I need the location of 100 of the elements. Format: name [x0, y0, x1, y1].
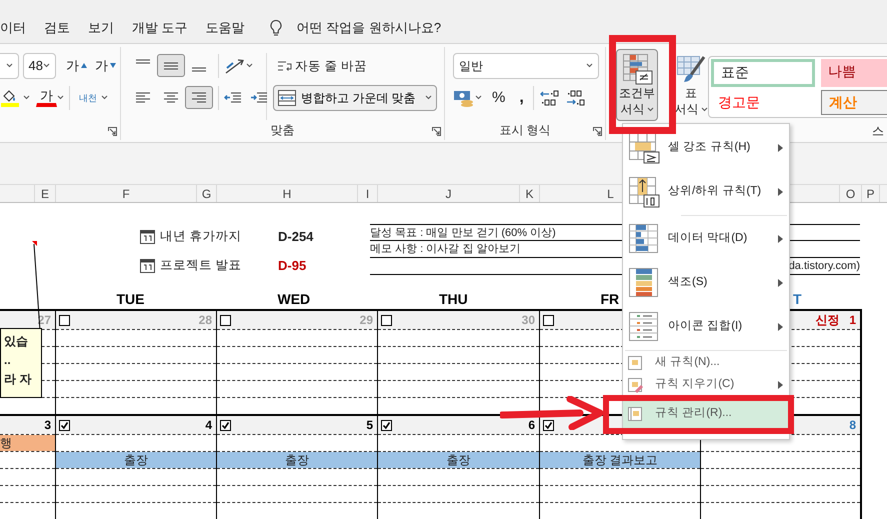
weekday-header: WED — [278, 291, 310, 307]
menu-tab[interactable]: 이터 — [0, 18, 26, 38]
menu-tab[interactable]: 검토 — [44, 18, 70, 38]
text-orientation-icon[interactable] — [224, 56, 246, 74]
day-number: 4 — [205, 417, 212, 434]
menu-item[interactable]: 셀 강조 규칙(H) — [623, 126, 789, 170]
menu-item[interactable]: 규칙 관리(R)... — [623, 399, 789, 428]
conditional-formatting-button[interactable]: 조건부 서식 — [616, 49, 658, 121]
menu-item[interactable]: 새 규칙(N)... — [623, 352, 789, 374]
submenu-arrow-icon[interactable] — [778, 235, 783, 243]
checkbox[interactable] — [543, 314, 554, 326]
submenu-arrow-icon[interactable] — [778, 188, 783, 196]
cell-style-option[interactable]: 표준 — [711, 59, 815, 86]
tell-me-field[interactable]: 어떤 작업을 원하시나요? — [296, 18, 442, 38]
menu-item[interactable]: 아이콘 집합(I) — [623, 305, 789, 349]
checkbox[interactable] — [220, 314, 231, 326]
submenu-arrow-icon[interactable] — [778, 279, 783, 287]
day-number: 8 — [849, 417, 856, 434]
percent-style-button[interactable]: % — [488, 86, 510, 108]
grid-highlight-icon[interactable] — [628, 132, 660, 164]
number-format-field[interactable]: 일반 — [453, 52, 599, 78]
menu-tab[interactable]: 도움말 — [206, 18, 245, 38]
menu-item[interactable]: 규칙 지우기(C) — [623, 374, 789, 396]
column-header[interactable]: J — [378, 185, 520, 202]
menu-tab[interactable]: 개발 도구 — [132, 18, 188, 38]
menu-tab[interactable]: 보기 — [88, 18, 114, 38]
eraser-icon[interactable] — [627, 377, 643, 393]
checkbox[interactable] — [381, 314, 392, 326]
caret-icon[interactable] — [43, 63, 50, 68]
caret-icon[interactable] — [646, 106, 654, 112]
column-header[interactable]: K — [520, 185, 540, 202]
calendar-icon — [140, 258, 155, 273]
font-size-field[interactable]: 48 — [22, 52, 56, 78]
comment-text: 라 자 — [4, 371, 32, 388]
format-as-table-button[interactable]: 표 서식 — [676, 49, 706, 121]
day-number: 5 — [366, 417, 373, 434]
align-right-icon[interactable] — [191, 90, 207, 105]
grow-font-button[interactable]: 가 — [62, 54, 91, 76]
decrease-decimal-icon[interactable] — [564, 88, 585, 106]
align-left-icon[interactable] — [135, 90, 151, 105]
icon-set-icon[interactable] — [628, 311, 660, 343]
caret-icon[interactable] — [57, 95, 64, 100]
increase-decimal-icon[interactable] — [538, 88, 559, 106]
currency-format-icon[interactable] — [453, 88, 475, 106]
caret-icon[interactable] — [586, 63, 593, 68]
right-align-button[interactable] — [185, 86, 213, 109]
column-header[interactable]: O — [840, 185, 862, 202]
down-triangle-icon[interactable] — [110, 63, 116, 68]
caret-icon[interactable] — [23, 95, 30, 100]
caret-icon[interactable] — [700, 106, 708, 112]
cell-style-option[interactable]: 나쁨 — [821, 59, 887, 86]
column-header[interactable]: F — [56, 185, 197, 202]
color-scale-icon[interactable] — [628, 267, 660, 299]
comma-style-button[interactable]: , — [515, 86, 528, 108]
dialog-launcher-icon[interactable] — [432, 127, 441, 136]
font-name-field[interactable] — [0, 52, 19, 78]
submenu-arrow-icon[interactable] — [778, 323, 783, 331]
column-header[interactable]: G — [197, 185, 217, 202]
column-header[interactable]: I — [358, 185, 378, 202]
grid-up-arrow-icon[interactable] — [628, 176, 660, 208]
wrap-text-button[interactable]: 자동 줄 바꿈 — [273, 54, 371, 76]
increase-indent-icon[interactable] — [250, 90, 268, 104]
decrease-indent-icon[interactable] — [224, 90, 242, 104]
day-number: 29 — [360, 312, 373, 329]
merge-cells-icon[interactable] — [278, 90, 296, 106]
weekday-header: TUE — [116, 291, 144, 307]
table-brush-icon[interactable] — [676, 53, 706, 85]
countdown-value: D-95 — [278, 256, 308, 275]
day-number: 30 — [522, 312, 535, 329]
grid-bars-icon[interactable] — [621, 53, 653, 85]
group-label: 스 — [872, 122, 884, 140]
paint-bucket-icon[interactable] — [1, 88, 19, 106]
menu-item[interactable]: 색조(S) — [623, 261, 789, 305]
dialog-launcher-icon[interactable] — [593, 127, 602, 136]
font-color-button[interactable]: 가 — [36, 88, 57, 107]
menu-item[interactable]: 데이터 막대(D) — [623, 217, 789, 261]
column-header[interactable]: E — [35, 185, 56, 202]
caret-icon[interactable] — [475, 95, 482, 100]
caret-icon[interactable] — [101, 95, 108, 100]
column-header[interactable]: H — [217, 185, 358, 202]
checkbox[interactable] — [59, 314, 70, 326]
phonetic-guide-button[interactable]: 내천 — [75, 86, 101, 108]
middle-align-button[interactable] — [157, 54, 185, 77]
caret-icon[interactable] — [425, 95, 432, 100]
weekday-header: T — [792, 291, 802, 307]
weekday-header: FR — [600, 291, 620, 307]
caret-icon[interactable] — [246, 63, 253, 68]
caret-icon[interactable] — [6, 63, 13, 68]
column-header[interactable]: P — [862, 185, 880, 202]
data-bars-icon[interactable] — [628, 223, 660, 255]
shrink-font-button[interactable]: 가 — [91, 54, 120, 76]
cell-style-option[interactable]: 경고문 — [711, 90, 815, 115]
up-triangle-icon[interactable] — [81, 63, 87, 68]
holiday-name: 신정 — [815, 312, 840, 329]
merge-center-button[interactable]: 병합하고 가운데 맞춤 — [273, 84, 437, 110]
dialog-launcher-icon[interactable] — [108, 127, 117, 136]
align-center-icon[interactable] — [163, 90, 179, 105]
submenu-arrow-icon[interactable] — [778, 144, 783, 152]
submenu-arrow-icon[interactable] — [778, 381, 783, 389]
manage-rules-icon[interactable] — [627, 406, 643, 422]
